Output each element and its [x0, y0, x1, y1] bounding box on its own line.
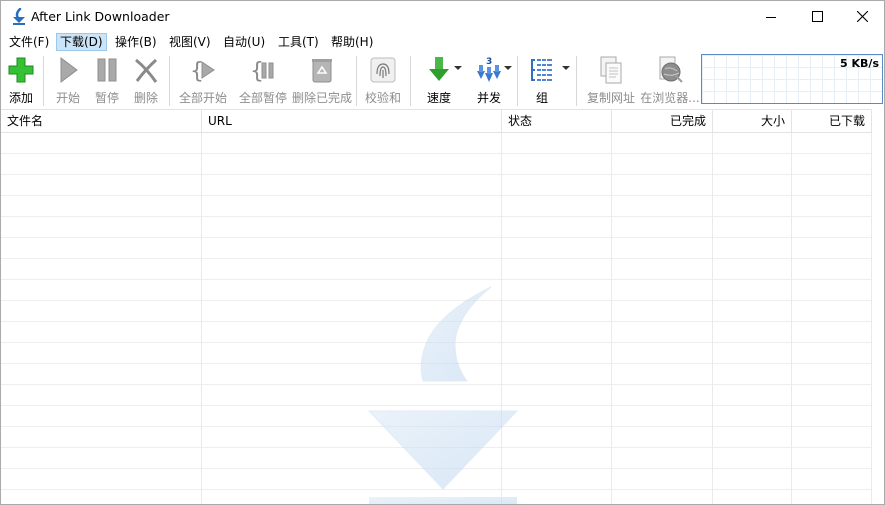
delete-completed-label: 删除已完成 [291, 91, 352, 105]
add-label: 添加 [8, 91, 33, 105]
toolbar-separator [517, 56, 518, 106]
start-all-label: 全部开始 [178, 91, 227, 105]
download-watermark-icon [367, 286, 519, 504]
toolbar-separator [410, 56, 411, 106]
menu-bar: 文件(F) 下载(D) 操作(B) 视图(V) 自动(U) 工具(T) 帮助(H… [1, 32, 884, 52]
speed-graph: 5 KB/s [701, 54, 883, 104]
group-list-icon [531, 58, 552, 81]
speed-down-arrow-icon [429, 56, 449, 81]
delete-completed-button[interactable]: 删除已完成 [291, 54, 353, 106]
column-divider [791, 133, 792, 504]
group-label: 组 [535, 91, 548, 105]
pause-all-icon: { [250, 59, 274, 84]
pause-button[interactable]: 暂停 [91, 54, 123, 106]
column-divider [201, 133, 202, 504]
group-dropdown-arrow[interactable] [562, 66, 570, 70]
delete-button[interactable]: 删除 [130, 54, 162, 106]
menu-auto[interactable]: 自动(U) [220, 33, 268, 51]
speed-label: 速度 [426, 91, 451, 105]
fingerprint-icon [370, 57, 396, 82]
speed-readout: 5 KB/s [840, 57, 879, 70]
toolbar-separator [169, 56, 170, 106]
toolbar-separator [356, 56, 357, 106]
column-size[interactable]: 大小 [713, 110, 792, 132]
open-browser-label: 在浏览器... [640, 91, 700, 105]
close-icon [856, 11, 868, 22]
menu-file[interactable]: 文件(F) [6, 33, 52, 51]
start-all-button[interactable]: { 全部开始 [176, 54, 230, 106]
copy-url-button[interactable]: 复制网址 [584, 54, 638, 106]
column-completed[interactable]: 已完成 [612, 110, 713, 132]
toolbar-separator [43, 56, 44, 106]
download-list[interactable] [1, 133, 872, 504]
column-url[interactable]: URL [202, 110, 502, 132]
menu-view[interactable]: 视图(V) [166, 33, 214, 51]
menu-operation[interactable]: 操作(B) [112, 33, 160, 51]
play-icon [60, 56, 78, 83]
concurrent-count-badge: 3 [486, 57, 492, 67]
delete-label: 删除 [133, 91, 158, 105]
title-bar: After Link Downloader [1, 1, 884, 32]
start-all-icon: { [190, 59, 215, 84]
concurrent-download-icon: 3 [477, 57, 501, 82]
speed-dropdown-arrow[interactable] [454, 66, 462, 70]
concurrent-dropdown-arrow[interactable] [504, 66, 512, 70]
plus-icon [8, 57, 34, 82]
vertical-scroll-area [872, 109, 884, 504]
menu-download[interactable]: 下载(D) [56, 33, 107, 51]
toolbar: 添加 开始 暂停 删除 {全部开始 {全部暂停 删除已完成 校验和 速度 3… [1, 52, 884, 108]
checksum-button[interactable]: 校验和 [363, 54, 403, 106]
app-window: After Link Downloader 文件(F) 下载(D) 操作(B) … [0, 0, 885, 505]
start-label: 开始 [55, 91, 80, 105]
copy-url-label: 复制网址 [586, 91, 635, 105]
column-status[interactable]: 状态 [502, 110, 612, 132]
download-list-header: 文件名 URL 状态 已完成 大小 已下载 [1, 109, 872, 133]
maximize-button[interactable] [794, 1, 840, 32]
maximize-icon [811, 11, 823, 22]
concurrent-button[interactable]: 3 并发 [471, 54, 507, 106]
menu-help[interactable]: 帮助(H) [328, 33, 376, 51]
close-button[interactable] [839, 1, 884, 32]
minimize-button[interactable] [748, 1, 794, 32]
column-downloaded[interactable]: 已下载 [792, 110, 872, 132]
delete-x-icon [135, 58, 158, 83]
group-button[interactable]: 组 [527, 54, 557, 106]
app-logo-icon [13, 8, 25, 25]
pause-icon [97, 58, 117, 81]
recycle-bin-icon [312, 58, 332, 82]
window-title: After Link Downloader [31, 9, 170, 24]
column-divider [712, 133, 713, 504]
browser-globe-icon [659, 56, 683, 83]
speed-button[interactable]: 速度 [421, 54, 457, 106]
pause-label: 暂停 [94, 91, 119, 105]
open-browser-button[interactable]: 在浏览器... [640, 54, 700, 106]
pause-all-label: 全部暂停 [238, 91, 287, 105]
add-button[interactable]: 添加 [5, 54, 37, 106]
pause-all-button[interactable]: { 全部暂停 [236, 54, 290, 106]
column-filename[interactable]: 文件名 [1, 110, 202, 132]
minimize-icon [766, 16, 776, 18]
copy-document-icon [600, 56, 622, 83]
checksum-label: 校验和 [364, 91, 401, 105]
concurrent-label: 并发 [476, 91, 501, 105]
column-divider [611, 133, 612, 504]
toolbar-separator [576, 56, 577, 106]
start-button[interactable]: 开始 [52, 54, 84, 106]
menu-tools[interactable]: 工具(T) [275, 33, 322, 51]
